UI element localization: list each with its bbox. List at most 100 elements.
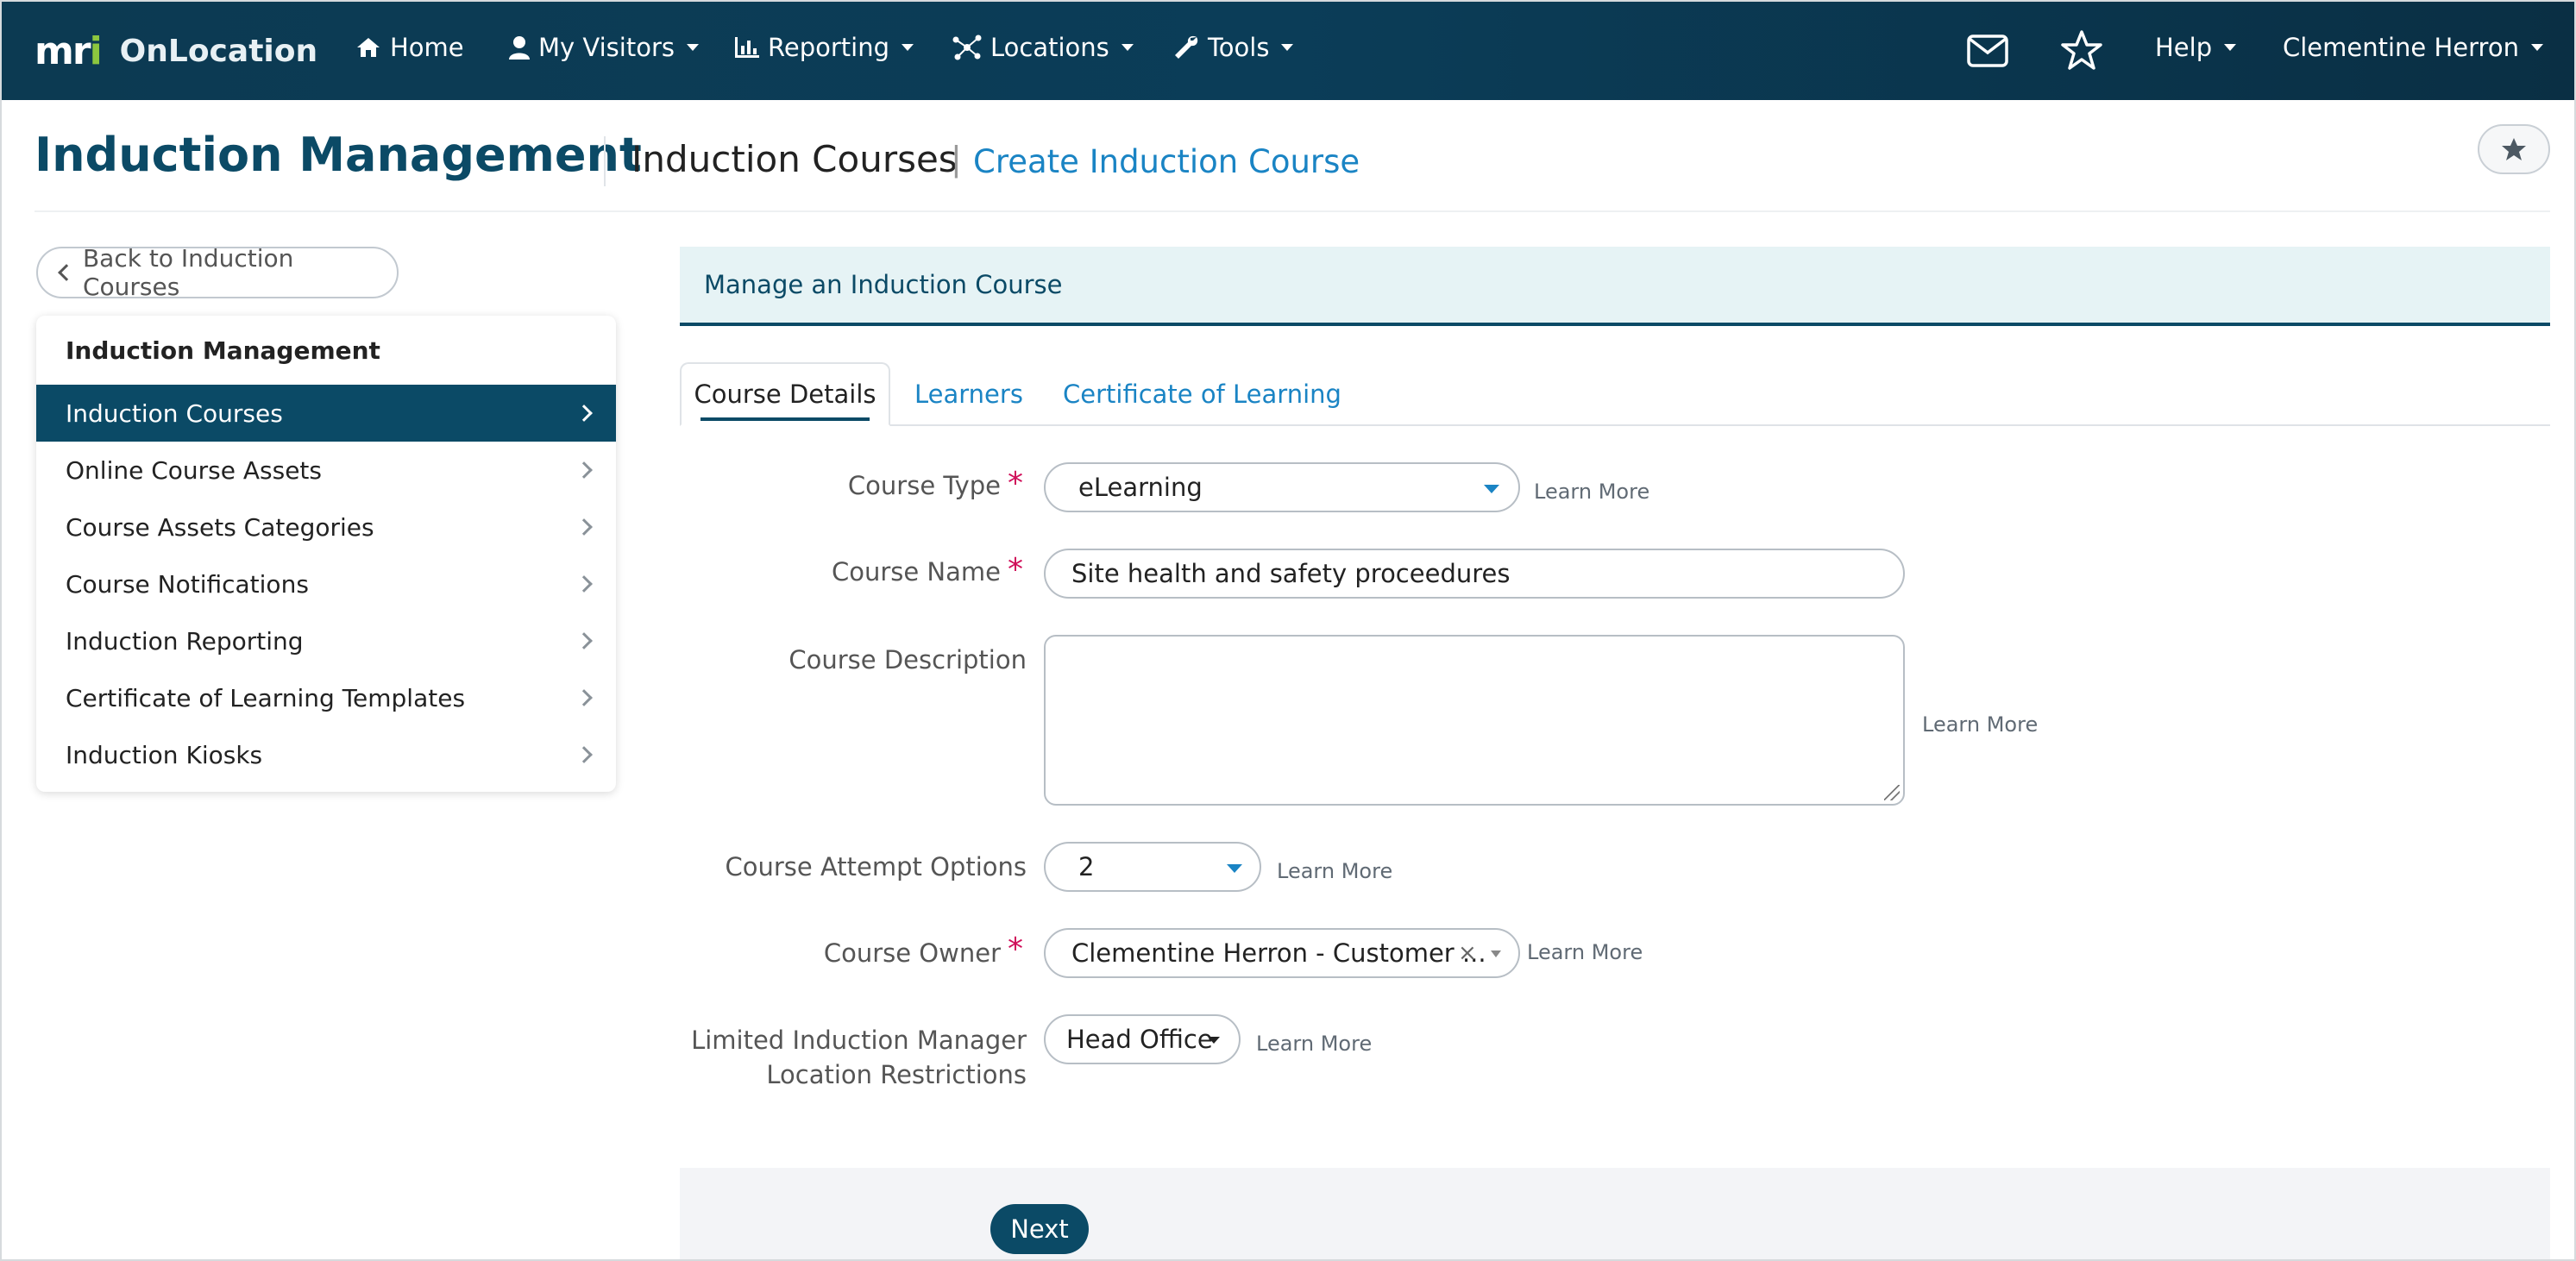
learn-more-link[interactable]: Learn More — [1277, 859, 1392, 883]
sidebar-item-label: Induction Courses — [66, 398, 283, 428]
sidebar-item-course-notifications[interactable]: Course Notifications — [36, 555, 616, 612]
chevron-right-icon — [575, 689, 593, 706]
chevron-down-icon — [686, 44, 699, 51]
chevron-right-icon — [575, 405, 593, 422]
sidebar-item-label: Course Notifications — [66, 569, 309, 599]
required-marker: * — [1008, 932, 1023, 967]
nav-home-label: Home — [390, 33, 464, 62]
tab-course-details[interactable]: Course Details — [680, 362, 890, 426]
course-type-label: Course Type — [847, 471, 1001, 500]
chevron-right-icon — [575, 461, 593, 479]
nav-home[interactable]: Home — [355, 33, 464, 62]
chevron-down-icon — [1227, 864, 1242, 873]
sidebar-item-induction-kiosks[interactable]: Induction Kiosks — [36, 726, 616, 783]
nav-tools[interactable]: Tools — [1173, 33, 1294, 62]
chevron-down-icon — [2530, 44, 2543, 51]
sidebar-item-label: Induction Kiosks — [66, 740, 263, 769]
sidebar-item-certificate-templates[interactable]: Certificate of Learning Templates — [36, 669, 616, 726]
nav-tools-label: Tools — [1208, 33, 1270, 62]
location-restrictions-label-line2: Location Restrictions — [766, 1060, 1027, 1089]
messages-button[interactable] — [1967, 35, 2008, 71]
panel-heading: Manage an Induction Course — [680, 247, 2550, 326]
nav-my-visitors[interactable]: My Visitors — [509, 33, 699, 62]
home-icon — [357, 38, 380, 57]
sidebar-item-label: Induction Reporting — [66, 626, 304, 656]
user-name: Clementine Herron — [2283, 33, 2519, 62]
wrench-icon — [1175, 35, 1198, 59]
tab-certificate-of-learning[interactable]: Certificate of Learning — [1063, 362, 1341, 426]
active-tab-indicator — [701, 417, 870, 421]
nav-my-visitors-label: My Visitors — [538, 33, 675, 62]
mri-logo-mark: mri — [35, 29, 103, 73]
page-title: Induction Management — [35, 128, 642, 182]
chevron-down-icon — [1121, 44, 1134, 51]
course-name-value: Site health and safety proceedures — [1071, 559, 1511, 588]
required-marker: * — [1008, 466, 1023, 501]
course-owner-select[interactable]: Clementine Herron - Customer ... × — [1044, 928, 1520, 978]
form-footer — [680, 1168, 2550, 1261]
breadcrumb-section: Induction Courses — [631, 138, 958, 180]
chevron-down-icon — [1491, 950, 1501, 957]
favorite-page-button[interactable] — [2478, 124, 2550, 174]
sidebar-item-label: Online Course Assets — [66, 455, 322, 485]
network-icon — [952, 35, 982, 60]
nav-help[interactable]: Help — [2155, 33, 2237, 62]
star-outline-icon — [2061, 30, 2102, 70]
attempt-options-select[interactable]: 2 — [1044, 842, 1261, 892]
sidebar-item-online-course-assets[interactable]: Online Course Assets — [36, 442, 616, 499]
course-type-select[interactable]: eLearning — [1044, 462, 1520, 512]
location-restrictions-dropdown[interactable]: Head Office — [1044, 1014, 1241, 1064]
location-restrictions-label: Limited Induction Manager Location Restr… — [673, 1023, 1027, 1092]
nav-reporting[interactable]: Reporting — [735, 33, 914, 62]
star-icon — [2502, 138, 2526, 160]
sidebar-item-induction-reporting[interactable]: Induction Reporting — [36, 612, 616, 669]
required-marker: * — [1008, 552, 1023, 587]
sidebar-heading: Induction Management — [66, 336, 380, 365]
course-name-input[interactable]: Site health and safety proceedures — [1044, 549, 1905, 599]
envelope-icon — [1967, 35, 2008, 67]
learn-more-link[interactable]: Learn More — [1534, 480, 1649, 504]
course-owner-label: Course Owner — [823, 938, 1001, 968]
tab-learners[interactable]: Learners — [914, 362, 1023, 426]
user-icon — [509, 36, 530, 60]
attempt-options-label: Course Attempt Options — [725, 852, 1027, 881]
sidebar-item-course-assets-categories[interactable]: Course Assets Categories — [36, 499, 616, 555]
sidebar-item-label: Course Assets Categories — [66, 512, 374, 542]
next-button[interactable]: Next — [990, 1204, 1089, 1254]
chevron-down-icon — [1281, 44, 1294, 51]
create-course-link[interactable]: Create Induction Course — [973, 143, 1360, 180]
location-restrictions-label-line1: Limited Induction Manager — [691, 1026, 1027, 1055]
user-menu[interactable]: Clementine Herron — [2283, 33, 2543, 62]
course-type-value: eLearning — [1078, 473, 1203, 502]
header-divider-line — [35, 210, 2550, 212]
chevron-right-icon — [575, 575, 593, 593]
app-logo[interactable]: mri OnLocation — [35, 29, 317, 73]
chevron-down-icon — [1208, 1037, 1220, 1044]
clear-selection-icon[interactable]: × — [1458, 940, 1477, 966]
chevron-right-icon — [575, 518, 593, 536]
back-button-label: Back to Induction Courses — [82, 244, 294, 301]
tab-label: Course Details — [694, 380, 876, 409]
chevron-down-icon — [2224, 44, 2237, 51]
sidebar-item-label: Certificate of Learning Templates — [66, 683, 466, 712]
favorites-button[interactable] — [2060, 29, 2103, 74]
nav-locations[interactable]: Locations — [952, 33, 1134, 62]
chevron-down-icon — [1484, 485, 1499, 493]
breadcrumb-separator: | — [951, 140, 962, 178]
top-navbar: mri OnLocation Home My Visitors Reportin… — [0, 0, 2576, 100]
back-to-courses-button[interactable]: Back to Induction Courses — [36, 244, 399, 301]
nav-reporting-label: Reporting — [768, 33, 889, 62]
header-divider — [604, 136, 606, 186]
chevron-right-icon — [575, 746, 593, 763]
course-description-textarea[interactable] — [1044, 635, 1905, 806]
learn-more-link[interactable]: Learn More — [1256, 1032, 1372, 1056]
course-description-label: Course Description — [789, 645, 1027, 674]
learn-more-link[interactable]: Learn More — [1527, 940, 1643, 964]
sidebar-menu: Induction Management Induction Courses O… — [36, 316, 616, 792]
learn-more-link[interactable]: Learn More — [1922, 712, 2038, 737]
attempt-options-value: 2 — [1078, 852, 1095, 881]
chevron-right-icon — [575, 632, 593, 649]
location-restrictions-value: Head Office — [1066, 1025, 1213, 1054]
resize-handle[interactable] — [1884, 785, 1900, 800]
sidebar-item-induction-courses[interactable]: Induction Courses — [36, 385, 616, 442]
